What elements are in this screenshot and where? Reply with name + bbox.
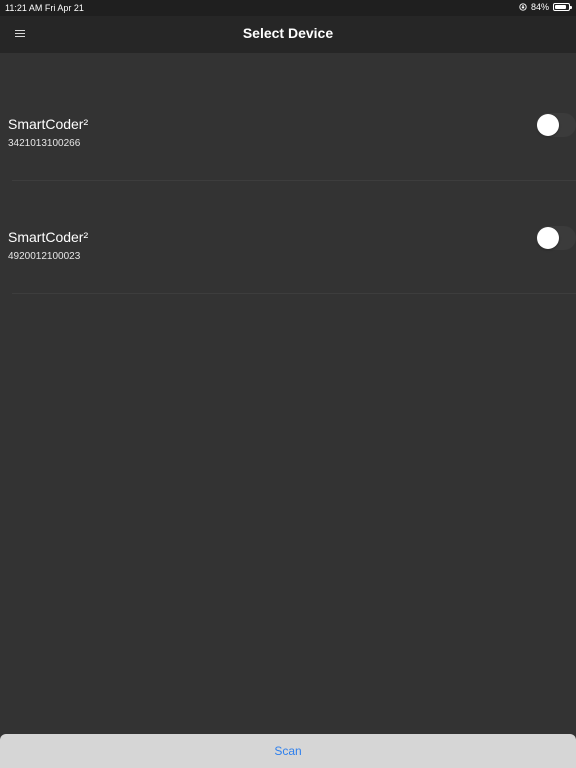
select-device-screen: 11:21 AM Fri Apr 21 84% Select Device Sm… [0,0,576,768]
device-list: SmartCoder² 3421013100266 SmartCoder² 49… [0,53,576,294]
device-serial: 4920012100023 [8,251,81,262]
device-row[interactable]: SmartCoder² 4920012100023 [0,181,576,294]
toggle-knob [537,227,559,249]
device-toggle[interactable] [536,226,576,250]
page-title: Select Device [242,25,334,41]
device-name: SmartCoder² [8,229,89,245]
status-time-date: 11:21 AM Fri Apr 21 [5,3,84,13]
scan-button[interactable]: Scan [0,734,576,768]
battery-fill [555,5,566,9]
scan-label: Scan [274,744,302,758]
row-divider [12,293,576,294]
device-toggle[interactable] [536,113,576,137]
status-indicators: 84% [519,2,572,12]
battery-percent: 84% [530,2,549,12]
status-bar: 11:21 AM Fri Apr 21 84% [0,0,576,16]
device-name: SmartCoder² [8,116,89,132]
navigation-bar: Select Device [0,16,576,53]
toggle-knob [537,114,559,136]
device-serial: 3421013100266 [8,138,81,149]
battery-icon [553,3,572,11]
rotation-lock-icon [519,3,527,11]
device-row[interactable]: SmartCoder² 3421013100266 [0,53,576,181]
